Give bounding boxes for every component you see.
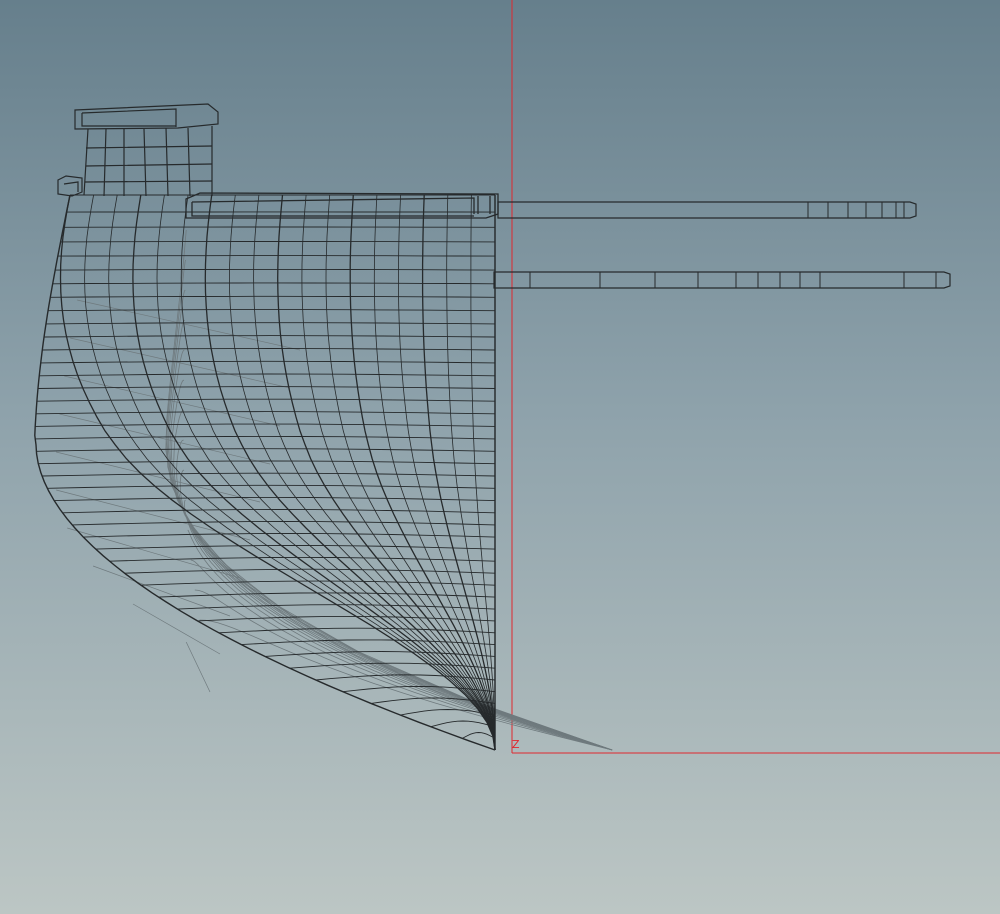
hull-hidden-wires <box>56 229 613 751</box>
axis-guides <box>511 0 1000 754</box>
deck-and-rods <box>57 103 951 289</box>
rod <box>493 271 951 289</box>
z-axis-label: Z <box>512 738 520 751</box>
3d-viewport[interactable]: Z <box>0 0 1000 914</box>
hull-mesh <box>34 194 496 751</box>
small-knob <box>57 175 83 197</box>
tower-block <box>74 103 219 197</box>
rod <box>497 201 917 219</box>
wireframe-scene <box>34 0 1000 754</box>
rods <box>493 201 951 289</box>
